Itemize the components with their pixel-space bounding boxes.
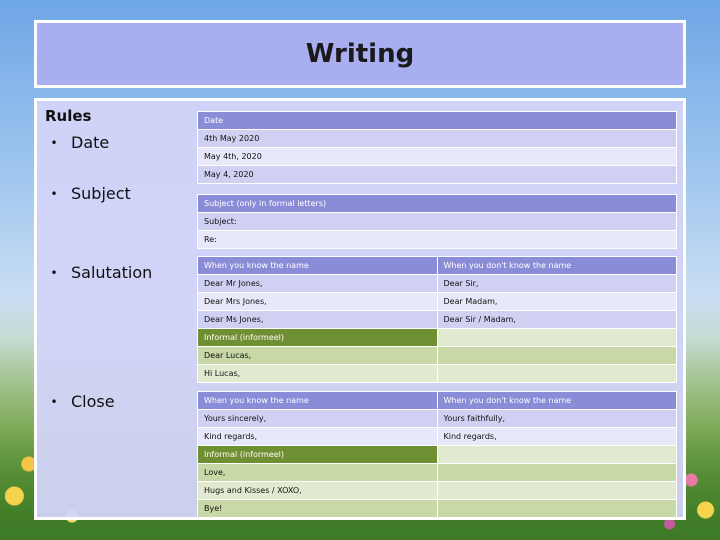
table-cell: Love, (197, 463, 438, 482)
table-cell (436, 499, 677, 518)
table-cell: Dear Mr Jones, (197, 274, 438, 293)
table-header-cell: When you don't know the name (436, 391, 677, 410)
date-table: Date 4th May 2020 May 4th, 2020 May 4, 2… (197, 111, 677, 184)
subject-table: Subject (only in formal letters) Subject… (197, 194, 677, 249)
table-cell: Yours faithfully, (436, 409, 677, 428)
table-cell: Hi Lucas, (197, 364, 438, 383)
bullet-close: • Close (37, 392, 115, 411)
bullet-label: Subject (71, 184, 131, 203)
title-box: Writing (34, 20, 686, 88)
slide-title: Writing (305, 39, 415, 69)
bullet-label: Salutation (71, 263, 153, 282)
bullet-icon: • (50, 265, 58, 280)
table-cell: May 4, 2020 (197, 165, 677, 184)
close-table: When you know the name When you don't kn… (197, 391, 677, 518)
salutation-table: When you know the name When you don't kn… (197, 256, 677, 383)
table-cell (436, 463, 677, 482)
table-cell: Re: (197, 230, 677, 249)
bullet-icon: • (50, 394, 58, 409)
bullet-salutation: • Salutation (37, 263, 152, 282)
date-table-header: Date (197, 111, 677, 130)
table-header-cell: Informal (informeel) (197, 328, 438, 347)
bullet-subject: • Subject (37, 184, 131, 203)
table-cell (436, 328, 677, 347)
table-cell: Yours sincerely, (197, 409, 438, 428)
table-cell: 4th May 2020 (197, 129, 677, 148)
table-cell (436, 364, 677, 383)
table-cell: Dear Mrs Jones, (197, 292, 438, 311)
table-cell (436, 481, 677, 500)
table-cell: Kind regards, (436, 427, 677, 446)
bullet-icon: • (50, 135, 58, 150)
table-cell: Subject: (197, 212, 677, 231)
bullet-date: • Date (37, 133, 109, 152)
table-cell: Dear Sir / Madam, (436, 310, 677, 329)
table-cell: Dear Madam, (436, 292, 677, 311)
table-cell: May 4th, 2020 (197, 147, 677, 166)
table-cell (436, 445, 677, 464)
table-cell: Hugs and Kisses / XOXO, (197, 481, 438, 500)
table-cell: Dear Ms Jones, (197, 310, 438, 329)
table-cell (436, 346, 677, 365)
bullet-label: Date (71, 133, 110, 152)
rules-title: Rules (45, 107, 92, 125)
bullet-icon: • (50, 186, 58, 201)
subject-table-header: Subject (only in formal letters) (197, 194, 677, 213)
table-header-cell: When you know the name (197, 391, 438, 410)
bullet-label: Close (71, 392, 115, 411)
table-cell: Kind regards, (197, 427, 438, 446)
content-box: Rules • Date • Subject • Salutation • Cl… (34, 98, 686, 520)
table-cell: Dear Lucas, (197, 346, 438, 365)
table-cell: Dear Sir, (436, 274, 677, 293)
table-header-cell: When you know the name (197, 256, 438, 275)
table-header-cell: When you don't know the name (436, 256, 677, 275)
table-cell: Bye! (197, 499, 438, 518)
table-header-cell: Informal (informeel) (197, 445, 438, 464)
